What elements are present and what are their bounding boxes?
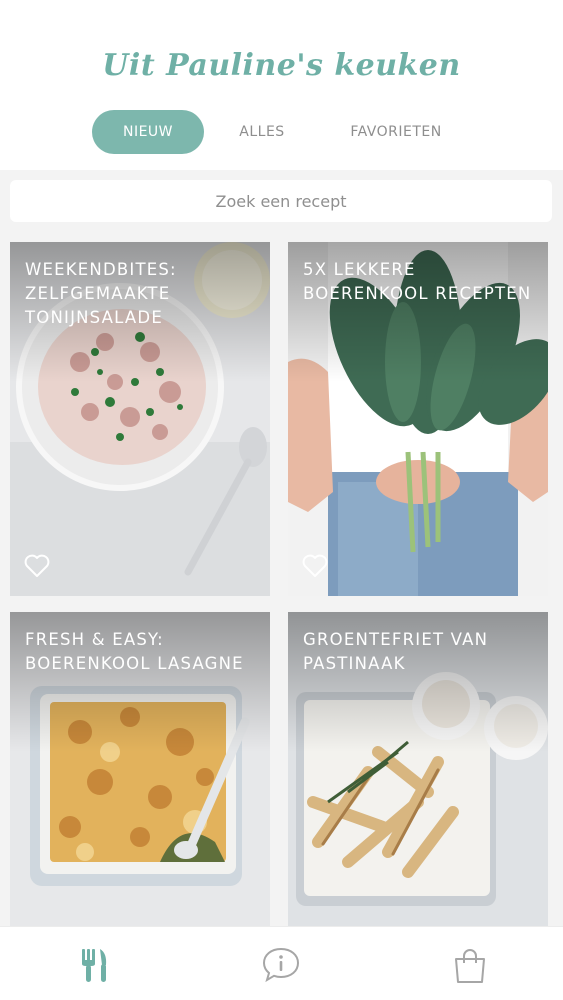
shopping-bag-icon[interactable] [450,945,490,985]
recipe-title: FRESH & EASY: BOERENKOOL LASAGNE [25,630,244,673]
recipe-title: GROENTEFRIET VAN PASTINAAK [303,630,489,673]
heart-icon[interactable] [24,554,50,578]
info-icon[interactable] [261,945,301,985]
bottom-tab-bar [0,926,563,1000]
tab-favorieten[interactable]: FAVORIETEN [335,110,457,154]
app-logo: Uit Pauline's keuken [102,48,461,83]
recipe-card-tonijnsalade[interactable]: WEEKENDBITES: ZELFGEMAAKTE TONIJNSALADE [10,242,270,596]
heart-icon[interactable] [302,554,328,578]
recipe-title: WEEKENDBITES: ZELFGEMAAKTE TONIJNSALADE [25,260,177,327]
header: Uit Pauline's keuken NIEUW ALLES FAVORIE… [0,0,563,170]
search-input[interactable] [10,180,552,222]
recipe-title: 5X LEKKERE BOERENKOOL RECEPTEN [303,260,532,303]
recipe-card-boerenkool-lasagne[interactable]: FRESH & EASY: BOERENKOOL LASAGNE [10,612,270,926]
fork-knife-icon[interactable] [74,945,114,985]
recipe-card-boerenkool-recepten[interactable]: 5X LEKKERE BOERENKOOL RECEPTEN [288,242,548,596]
tab-nieuw[interactable]: NIEUW [92,110,204,154]
search-bar [10,180,552,222]
recipe-card-groentefriet[interactable]: GROENTEFRIET VAN PASTINAAK [288,612,548,926]
tab-alles[interactable]: ALLES [220,110,304,154]
